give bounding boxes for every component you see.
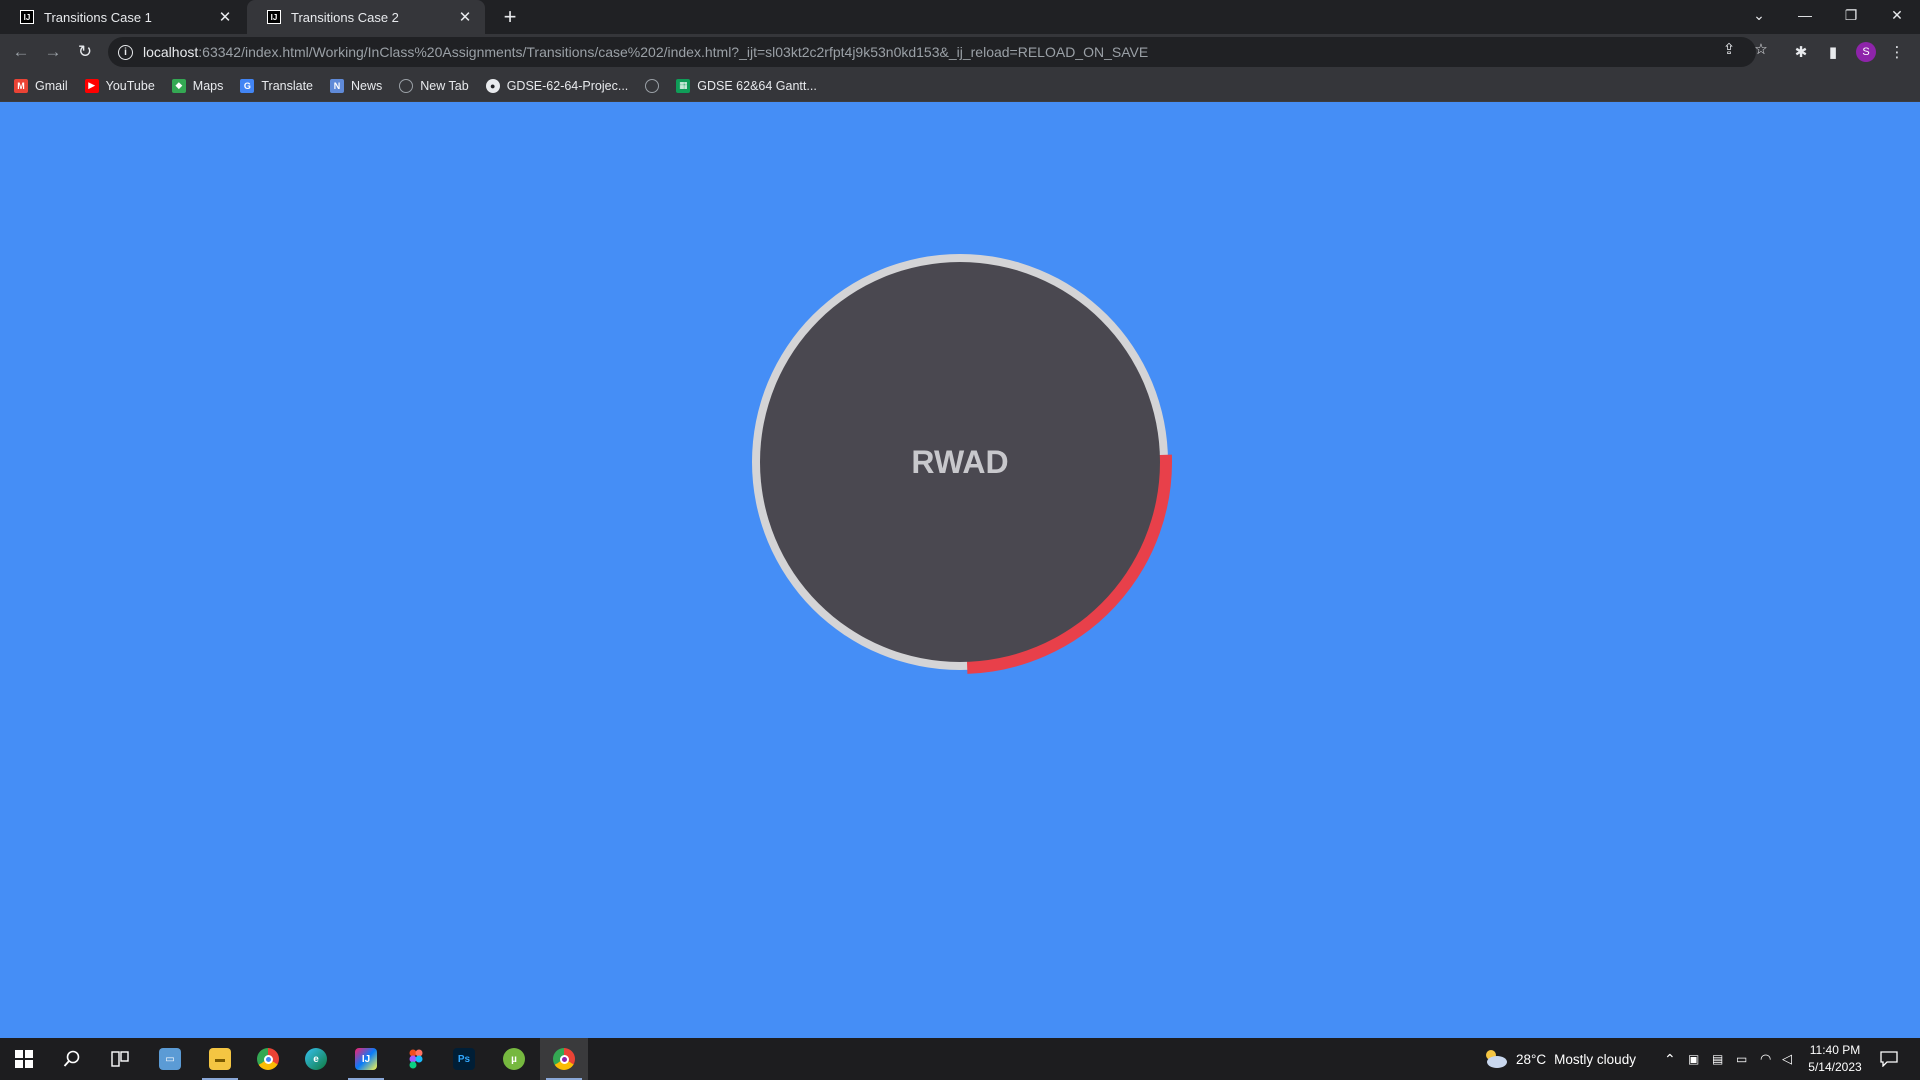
- bookmark-new-tab[interactable]: New Tab: [399, 78, 469, 93]
- bookmark-label: YouTube: [105, 78, 155, 93]
- side-panel-icon[interactable]: ▮: [1822, 41, 1844, 63]
- share-icon[interactable]: ⇪: [1720, 40, 1738, 58]
- bookmark-star-icon[interactable]: ☆: [1752, 40, 1770, 58]
- bookmark-label: Maps: [192, 78, 224, 93]
- task-view-icon[interactable]: [96, 1038, 144, 1080]
- extensions-puzzle-icon[interactable]: ✱: [1790, 41, 1812, 63]
- translate-icon: G: [240, 78, 255, 93]
- bookmark-label: Gmail: [35, 78, 68, 93]
- battery-icon[interactable]: ▭: [1736, 1038, 1747, 1080]
- notifications-icon[interactable]: [1880, 1038, 1898, 1080]
- bookmark-news[interactable]: N News: [330, 78, 383, 93]
- forward-arrow-icon[interactable]: →: [42, 41, 64, 63]
- laptop-app-icon[interactable]: ▭: [146, 1038, 194, 1080]
- minimize-icon[interactable]: —: [1782, 0, 1828, 30]
- restore-icon[interactable]: ❐: [1828, 0, 1874, 30]
- bookmark-gmail[interactable]: M Gmail: [14, 78, 68, 93]
- bookmark-github-project[interactable]: ● GDSE-62-64-Projec...: [485, 78, 629, 93]
- bookmark-gantt[interactable]: ▦ GDSE 62&64 Gantt...: [676, 78, 817, 93]
- address-bar[interactable]: i localhost:63342/index.html/Working/InC…: [108, 37, 1756, 67]
- bookmark-maps[interactable]: ◆ Maps: [171, 78, 224, 93]
- sheets-icon: ▦: [676, 78, 691, 93]
- file-explorer-icon[interactable]: ▬: [196, 1038, 244, 1080]
- bookmark-label: New Tab: [420, 78, 469, 93]
- globe-icon: [645, 78, 660, 93]
- clock-time: 11:40 PM: [1809, 1043, 1861, 1057]
- globe-icon: [399, 78, 414, 93]
- chrome-icon[interactable]: [244, 1038, 292, 1080]
- edge-icon[interactable]: e: [292, 1038, 340, 1080]
- youtube-icon: ▶: [84, 78, 99, 93]
- bookmark-label: GDSE-62-64-Projec...: [506, 78, 629, 93]
- figma-icon[interactable]: [392, 1038, 440, 1080]
- bookmark-youtube[interactable]: ▶ YouTube: [84, 78, 155, 93]
- bookmark-unnamed-globe[interactable]: [645, 78, 660, 93]
- system-clock[interactable]: 11:40 PM 5/14/2023: [1800, 1042, 1870, 1076]
- new-tab-plus-icon[interactable]: +: [499, 4, 521, 29]
- windows-start-icon[interactable]: [0, 1038, 48, 1080]
- news-icon: N: [330, 78, 345, 93]
- photoshop-icon[interactable]: Ps: [440, 1038, 488, 1080]
- bookmarks-bar: M Gmail ▶ YouTube ◆ Maps G Translate N N…: [0, 70, 1920, 102]
- browser-toolbar: ← → ↻ i localhost:63342/index.html/Worki…: [0, 34, 1920, 70]
- intellij-icon[interactable]: IJ: [342, 1038, 390, 1080]
- clock-date: 5/14/2023: [1808, 1060, 1862, 1074]
- volume-icon[interactable]: ◁: [1782, 1038, 1792, 1080]
- search-icon[interactable]: [48, 1038, 96, 1080]
- bookmark-label: Translate: [261, 78, 314, 93]
- site-info-icon[interactable]: i: [118, 44, 133, 60]
- tab-transitions-case-1[interactable]: IJ Transitions Case 1 ✕: [0, 0, 245, 34]
- tab-title: Transitions Case 2: [291, 9, 399, 25]
- close-icon[interactable]: ✕: [457, 9, 473, 26]
- weather-desc: Mostly cloudy: [1554, 1051, 1636, 1067]
- intellij-favicon-icon: IJ: [20, 10, 34, 24]
- back-arrow-icon[interactable]: ←: [10, 41, 32, 63]
- windows-taskbar: ▭ ▬ e IJ Ps µ 28°C Mostly cloudy ⌃ ▣ ▤ ▭…: [0, 1038, 1920, 1080]
- github-icon: ●: [485, 78, 500, 93]
- bookmark-label: News: [351, 78, 383, 93]
- tab-strip: IJ Transitions Case 1 ✕ IJ Transitions C…: [0, 0, 1920, 34]
- more-menu-icon[interactable]: ⋮: [1886, 41, 1908, 63]
- network-adapter-icon[interactable]: ▤: [1712, 1038, 1723, 1080]
- profile-avatar[interactable]: S: [1856, 42, 1876, 62]
- show-hidden-icons-chevron-icon[interactable]: ⌃: [1664, 1038, 1676, 1080]
- weather-temp: 28°C: [1516, 1051, 1547, 1067]
- bookmark-translate[interactable]: G Translate: [240, 78, 314, 93]
- chrome-profile-icon[interactable]: [540, 1038, 588, 1080]
- window-close-icon[interactable]: ✕: [1874, 0, 1920, 30]
- utorrent-icon[interactable]: µ: [490, 1038, 538, 1080]
- circle-label: RWAD: [911, 443, 1009, 480]
- cloudy-weather-icon: [1482, 1047, 1508, 1072]
- tab-transitions-case-2[interactable]: IJ Transitions Case 2 ✕: [247, 0, 485, 34]
- maps-icon: ◆: [171, 78, 186, 93]
- weather-widget[interactable]: 28°C Mostly cloudy: [1482, 1038, 1636, 1080]
- meet-now-icon[interactable]: ▣: [1688, 1038, 1699, 1080]
- tab-title: Transitions Case 1: [44, 9, 152, 25]
- wifi-icon[interactable]: ◠: [1760, 1038, 1771, 1080]
- intellij-favicon-icon: IJ: [267, 10, 281, 24]
- reload-icon[interactable]: ↻: [74, 41, 96, 63]
- url-text: localhost:63342/index.html/Working/InCla…: [143, 44, 1149, 60]
- close-icon[interactable]: ✕: [217, 9, 233, 26]
- bookmark-label: GDSE 62&64 Gantt...: [697, 78, 817, 93]
- tab-search-chevron-icon[interactable]: ⌄: [1736, 0, 1782, 30]
- gmail-icon: M: [14, 78, 28, 93]
